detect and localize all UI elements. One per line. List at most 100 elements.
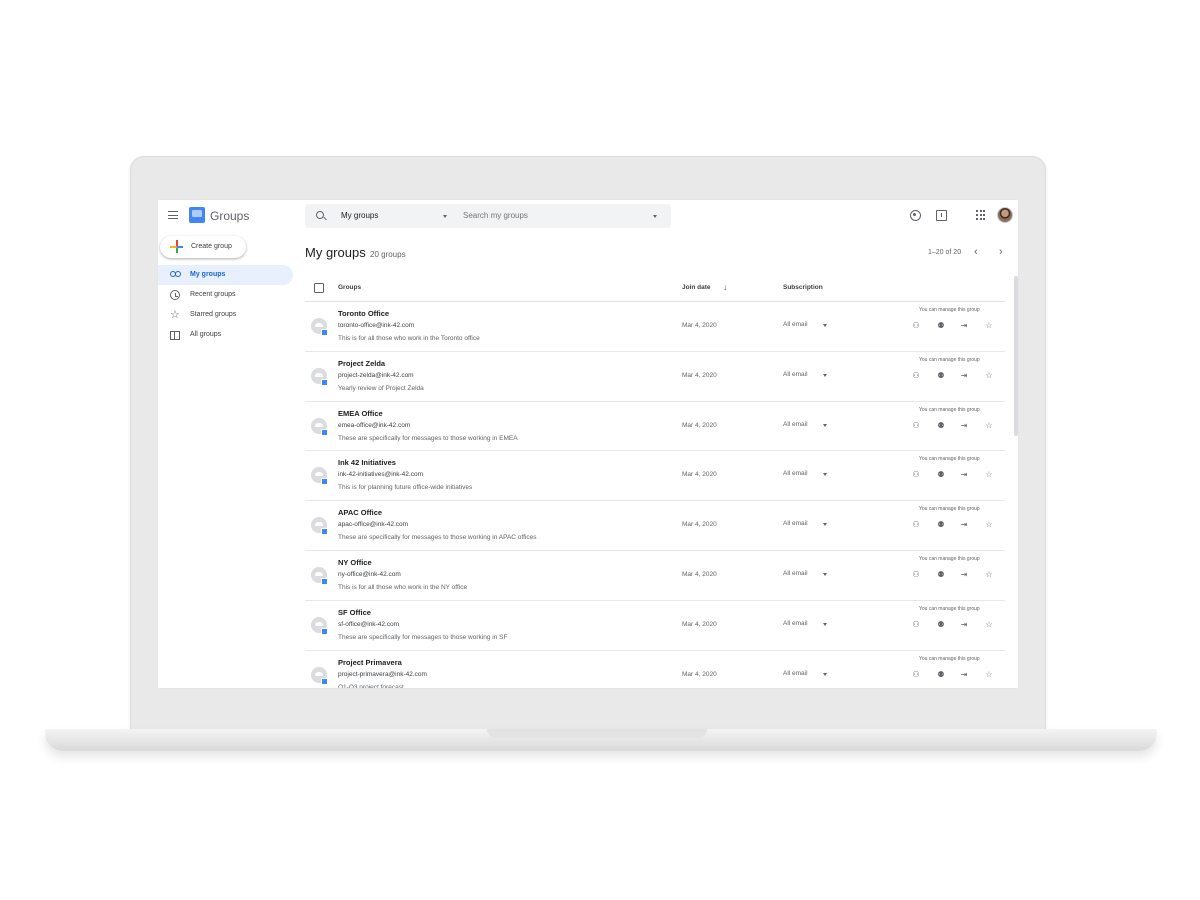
group-name[interactable]: Project Zelda: [338, 359, 385, 368]
table-row[interactable]: SF Office sf-office@ink-42.com These are s…: [305, 601, 1005, 651]
subscription-select[interactable]: All email: [783, 321, 827, 328]
account-avatar[interactable]: [997, 207, 1013, 223]
add-member-icon[interactable]: ⚉: [936, 421, 946, 431]
pagination-label: 1–20 of 20: [928, 249, 962, 256]
leave-group-icon[interactable]: ⇥: [959, 620, 969, 630]
star-icon[interactable]: ☆: [984, 520, 994, 530]
leave-group-icon[interactable]: ⇥: [959, 520, 969, 530]
subscription-value: All email: [783, 520, 808, 528]
next-page-icon[interactable]: ›: [999, 246, 1003, 258]
add-member-icon[interactable]: ⚉: [936, 371, 946, 381]
leave-group-icon[interactable]: ⇥: [959, 371, 969, 381]
leave-group-icon[interactable]: ⇥: [959, 421, 969, 431]
subscription-select[interactable]: All email: [783, 570, 827, 577]
table-header: Groups Join date ↓ Subscription: [305, 276, 1005, 302]
join-date: Mar 4, 2020: [682, 322, 717, 329]
group-description: Yearly review of Project Zelda: [338, 384, 424, 392]
manage-members-icon[interactable]: ⚇: [911, 371, 921, 381]
select-all-checkbox[interactable]: [314, 283, 324, 293]
search-options-chevron-icon[interactable]: [653, 215, 657, 218]
leave-group-icon[interactable]: ⇥: [959, 470, 969, 480]
table-row[interactable]: Project Primavera project-primavera@ink-4…: [305, 651, 1005, 688]
group-name[interactable]: Toronto Office: [338, 309, 389, 318]
clock-icon: [170, 290, 180, 300]
subscription-value: All email: [783, 370, 808, 378]
manage-note: You can manage this group: [919, 605, 980, 612]
join-date: Mar 4, 2020: [682, 570, 717, 578]
group-type-badge-icon: [321, 528, 328, 536]
hamburger-menu-icon[interactable]: [168, 211, 178, 220]
settings-gear-icon[interactable]: [910, 210, 921, 221]
add-member-icon[interactable]: ⚉: [936, 520, 946, 530]
group-type-badge-icon: [321, 577, 328, 585]
star-icon[interactable]: ☆: [984, 371, 994, 381]
manage-members-icon[interactable]: ⚇: [911, 421, 921, 431]
subscription-select[interactable]: All email: [783, 670, 827, 677]
search-input[interactable]: [463, 204, 643, 228]
add-member-icon[interactable]: ⚉: [936, 620, 946, 630]
search-icon[interactable]: [316, 211, 324, 219]
star-icon[interactable]: ☆: [984, 670, 994, 680]
sidebar-item-label: Recent groups: [190, 291, 236, 298]
manage-members-icon[interactable]: ⚇: [911, 570, 921, 580]
subscription-select[interactable]: All email: [783, 470, 827, 478]
sidebar-item-starred-groups[interactable]: ☆ Starred groups: [158, 305, 293, 325]
join-date: Mar 4, 2020: [682, 371, 717, 379]
scrollbar[interactable]: [1014, 276, 1018, 436]
groups-logo-icon: [189, 207, 205, 223]
table-row[interactable]: EMEA Office emea-office@ink-42.com These a…: [305, 402, 1005, 452]
column-header-join-date[interactable]: Join date: [682, 276, 711, 300]
subscription-value: All email: [783, 470, 808, 478]
subscription-select[interactable]: All email: [783, 421, 827, 428]
column-header-groups[interactable]: Groups: [338, 276, 361, 300]
star-icon[interactable]: ☆: [984, 620, 994, 630]
search-scope-label: My groups: [341, 211, 379, 220]
subscription-select[interactable]: All email: [783, 520, 827, 528]
table-row[interactable]: APAC Office apac-office@ink-42.com These a…: [305, 501, 1005, 551]
add-member-icon[interactable]: ⚉: [936, 670, 946, 680]
add-member-icon[interactable]: ⚉: [936, 321, 946, 331]
star-icon[interactable]: ☆: [984, 321, 994, 331]
leave-group-icon[interactable]: ⇥: [959, 570, 969, 580]
manage-members-icon[interactable]: ⚇: [911, 620, 921, 630]
feedback-icon[interactable]: [936, 210, 947, 221]
group-name[interactable]: NY Office: [338, 558, 372, 567]
group-name[interactable]: APAC Office: [338, 508, 382, 517]
group-type-badge-icon: [321, 478, 328, 486]
group-email: sf-office@ink-42.com: [338, 620, 400, 628]
star-icon[interactable]: ☆: [984, 570, 994, 580]
subscription-value: All email: [783, 619, 808, 627]
table-row[interactable]: Toronto Office toronto-office@ink-42.com T…: [305, 302, 1005, 352]
subscription-select[interactable]: All email: [783, 619, 827, 627]
manage-note: You can manage this group: [919, 506, 980, 513]
group-name[interactable]: EMEA Office: [338, 409, 383, 418]
table-row[interactable]: Ink 42 Initiatives ink-42-initiatives@ink…: [305, 451, 1005, 502]
manage-members-icon[interactable]: ⚇: [911, 321, 921, 331]
table-row[interactable]: NY Office ny-office@ink-42.com This is for…: [305, 551, 1005, 601]
chevron-down-icon: [823, 324, 827, 327]
arrow-down-icon[interactable]: ↓: [723, 282, 728, 292]
manage-members-icon[interactable]: ⚇: [911, 520, 921, 530]
apps-grid-icon[interactable]: [976, 210, 987, 221]
star-icon[interactable]: ☆: [984, 470, 994, 480]
table-row[interactable]: Project Zelda project-zelda@ink-42.com Yea…: [305, 352, 1005, 402]
group-name[interactable]: SF Office: [338, 608, 371, 617]
manage-members-icon[interactable]: ⚇: [911, 670, 921, 680]
manage-note: You can manage this group: [919, 406, 980, 413]
column-header-subscription[interactable]: Subscription: [783, 276, 823, 300]
search-scope-select[interactable]: My groups: [341, 204, 451, 228]
star-icon[interactable]: ☆: [984, 421, 994, 431]
leave-group-icon[interactable]: ⇥: [959, 321, 969, 331]
group-name[interactable]: Ink 42 Initiatives: [338, 458, 396, 467]
add-member-icon[interactable]: ⚉: [936, 470, 946, 480]
sidebar-item-my-groups[interactable]: My groups: [158, 265, 293, 285]
group-name[interactable]: Project Primavera: [338, 658, 402, 667]
sidebar-item-recent-groups[interactable]: Recent groups: [158, 285, 293, 305]
subscription-select[interactable]: All email: [783, 370, 827, 378]
previous-page-icon[interactable]: ‹: [974, 246, 978, 258]
leave-group-icon[interactable]: ⇥: [959, 670, 969, 680]
sidebar-item-all-groups[interactable]: All groups: [158, 325, 293, 345]
add-member-icon[interactable]: ⚉: [936, 570, 946, 580]
create-group-button[interactable]: Create group: [160, 236, 246, 258]
manage-members-icon[interactable]: ⚇: [911, 470, 921, 480]
